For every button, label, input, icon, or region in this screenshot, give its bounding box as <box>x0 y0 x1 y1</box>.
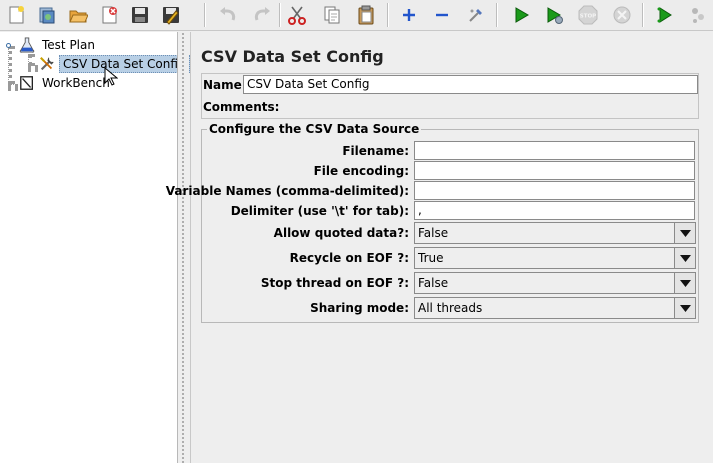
open-icon[interactable] <box>64 1 92 29</box>
tree-item-label: CSV Data Set Config <box>59 55 190 73</box>
config-panel: CSV Data Set Config Name: CSV Data Set C… <box>166 32 713 463</box>
selected-value: False <box>418 226 449 240</box>
tree-item-test-plan[interactable]: Test Plan <box>18 36 98 54</box>
file-encoding-label: File encoding: <box>313 164 409 178</box>
collapse-icon[interactable] <box>428 1 456 29</box>
new-icon[interactable] <box>2 1 30 29</box>
paste-icon[interactable] <box>352 1 380 29</box>
workbench-icon <box>18 74 36 92</box>
chevron-down-icon[interactable] <box>674 248 695 268</box>
test-plan-tree: Test Plan CSV Data Set Config WorkBench <box>0 32 190 463</box>
tree-connector <box>8 84 18 88</box>
name-comments-box: Name: CSV Data Set Config Comments: <box>201 73 699 119</box>
start-icon[interactable] <box>507 1 535 29</box>
filename-label: Filename: <box>342 144 409 158</box>
save-icon[interactable] <box>126 1 154 29</box>
copy-icon[interactable] <box>318 1 346 29</box>
remote-start-icon[interactable] <box>651 1 679 29</box>
delimiter-field[interactable]: , <box>414 201 695 220</box>
allow-quoted-data-select[interactable]: False <box>414 222 696 244</box>
tree-item-label: Test Plan <box>42 38 95 52</box>
name-label: Name: <box>203 78 247 92</box>
stop-thread-on-eof-select[interactable]: False <box>414 272 696 294</box>
selected-value: True <box>418 251 444 265</box>
panel-title: CSV Data Set Config <box>201 47 384 66</box>
csv-data-source-group: Configure the CSV Data Source Filename: … <box>166 122 699 323</box>
chevron-down-icon[interactable] <box>674 298 695 318</box>
selected-value: False <box>418 276 449 290</box>
comments-field[interactable] <box>269 97 698 116</box>
close-file-icon[interactable] <box>95 1 123 29</box>
mouse-cursor-icon <box>104 67 118 86</box>
allow-quoted-data-label: Allow quoted data?: <box>273 226 409 240</box>
group-title: Configure the CSV Data Source <box>207 122 422 136</box>
templates-icon[interactable] <box>33 1 61 29</box>
tree-item-label: WorkBench <box>42 76 110 90</box>
toggle-icon[interactable] <box>462 1 490 29</box>
chevron-down-icon[interactable] <box>674 223 695 243</box>
test-plan-icon <box>18 36 36 54</box>
variable-names-label: Variable Names (comma-delimited): <box>165 184 409 198</box>
config-element-icon <box>38 55 56 73</box>
undo-icon[interactable] <box>214 1 242 29</box>
toolbar: STOP <box>0 0 713 31</box>
stop-thread-on-eof-label: Stop thread on EOF ?: <box>260 276 409 290</box>
save-snippet-icon[interactable] <box>157 1 185 29</box>
variable-names-field[interactable] <box>414 181 695 200</box>
expand-icon[interactable] <box>395 1 423 29</box>
delimiter-label: Delimiter (use '\t' for tab): <box>230 204 409 218</box>
recycle-on-eof-select[interactable]: True <box>414 247 696 269</box>
recycle-on-eof-label: Recycle on EOF ?: <box>289 251 409 265</box>
name-field[interactable]: CSV Data Set Config <box>243 75 698 94</box>
start-no-pause-icon[interactable] <box>540 1 568 29</box>
stop-icon[interactable]: STOP <box>574 1 602 29</box>
remote-start-all-icon[interactable] <box>684 1 712 29</box>
filename-field[interactable] <box>414 141 695 160</box>
tree-connector <box>28 65 38 69</box>
tree-connector <box>8 46 12 84</box>
cut-icon[interactable] <box>283 1 311 29</box>
expand-handle-icon[interactable] <box>4 41 13 50</box>
chevron-down-icon[interactable] <box>674 273 695 293</box>
redo-icon[interactable] <box>248 1 276 29</box>
sharing-mode-select[interactable]: All threads <box>414 297 696 319</box>
comments-label: Comments: <box>203 100 280 114</box>
split-pane-divider[interactable] <box>177 32 189 463</box>
tree-item-workbench[interactable]: WorkBench <box>18 74 113 92</box>
sharing-mode-label: Sharing mode: <box>310 301 409 315</box>
shutdown-icon[interactable] <box>608 1 636 29</box>
divider-grip <box>181 32 185 463</box>
stop-label: STOP <box>580 14 596 20</box>
file-encoding-field[interactable] <box>414 161 695 180</box>
selected-value: All threads <box>418 301 483 315</box>
